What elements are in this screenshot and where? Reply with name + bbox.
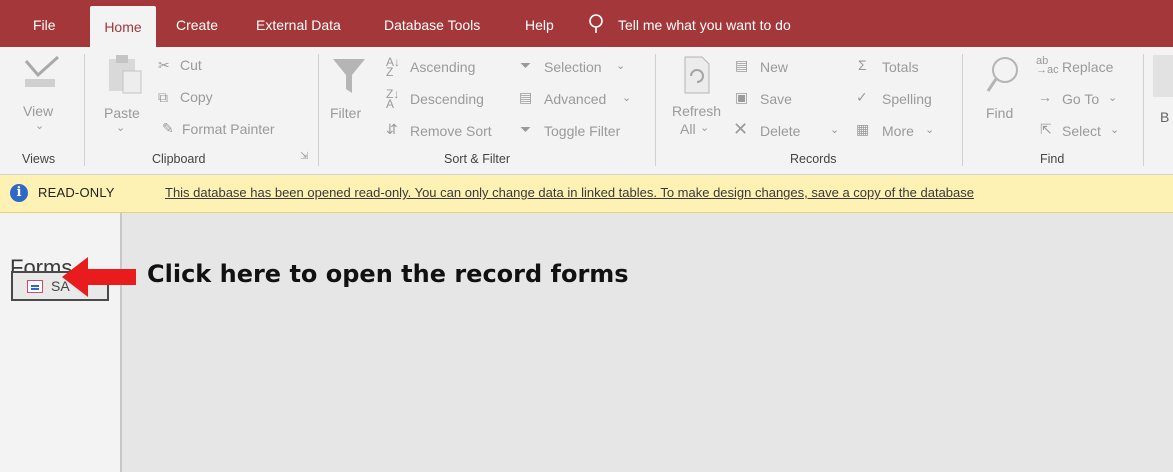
save-record-button[interactable]: Save bbox=[760, 91, 792, 107]
message-bar: i READ-ONLY This database has been opene… bbox=[0, 175, 1173, 213]
select-button[interactable]: Select bbox=[1062, 123, 1101, 139]
tell-me-search[interactable]: Tell me what you want to do bbox=[618, 0, 791, 47]
read-only-label: READ-ONLY bbox=[38, 185, 115, 200]
paste-button[interactable]: Paste bbox=[104, 105, 140, 121]
spelling-button[interactable]: Spelling bbox=[882, 91, 932, 107]
brush-icon: ✎ bbox=[162, 120, 174, 136]
group-clipboard: Clipboard bbox=[152, 152, 206, 166]
format-painter-button[interactable]: Format Painter bbox=[182, 121, 275, 137]
ribbon: View ⌄ Views Paste ⌄ ✂ Cut ⧉ Copy ✎ Form… bbox=[0, 47, 1173, 175]
ascending-button[interactable]: Ascending bbox=[410, 59, 475, 75]
menu-file[interactable]: File bbox=[33, 0, 56, 47]
view-button[interactable]: View bbox=[23, 103, 53, 119]
replace-button[interactable]: Replace bbox=[1062, 59, 1113, 75]
cursor-icon: ⇱ bbox=[1040, 121, 1052, 137]
new-record-button[interactable]: New bbox=[760, 59, 788, 75]
copy-button[interactable]: Copy bbox=[180, 89, 213, 105]
delete-record-button[interactable]: Delete bbox=[760, 123, 800, 139]
advanced-button[interactable]: Advanced bbox=[544, 91, 606, 107]
divider bbox=[655, 54, 656, 166]
navigation-pane: Forms bbox=[0, 213, 122, 472]
advanced-filter-icon: ▤ bbox=[519, 89, 533, 105]
tab-home[interactable]: Home bbox=[90, 6, 156, 47]
copy-icon: ⧉ bbox=[158, 89, 168, 105]
info-icon: i bbox=[10, 184, 28, 202]
find-button[interactable]: Find bbox=[986, 105, 1013, 121]
chevron-down-icon: ⌄ bbox=[1110, 124, 1120, 136]
chevron-down-icon: ⌄ bbox=[830, 124, 840, 136]
more-button[interactable]: More bbox=[882, 123, 914, 139]
cut-off-label: B bbox=[1160, 109, 1170, 125]
replace-icon: ab →ac bbox=[1036, 55, 1059, 76]
cut-button[interactable]: Cut bbox=[180, 57, 202, 73]
divider bbox=[84, 54, 85, 166]
menu-bar: File Home Create External Data Database … bbox=[0, 0, 1173, 47]
sigma-icon: Σ bbox=[858, 57, 867, 73]
new-record-icon: ▤ bbox=[735, 57, 749, 73]
scissors-icon: ✂ bbox=[158, 57, 170, 73]
annotation-text: Click here to open the record forms bbox=[147, 260, 629, 288]
tab-database-tools[interactable]: Database Tools bbox=[384, 0, 480, 47]
tab-external-data[interactable]: External Data bbox=[256, 0, 341, 47]
group-find: Find bbox=[1040, 152, 1065, 166]
remove-sort-icon: ⇵ bbox=[386, 121, 398, 137]
group-sort-filter: Sort & Filter bbox=[444, 152, 510, 166]
toggle-filter-button[interactable]: Toggle Filter bbox=[544, 123, 620, 139]
chevron-down-icon: ⌄ bbox=[1108, 92, 1118, 104]
dialog-launcher-icon[interactable]: ⇲ bbox=[300, 151, 308, 162]
filter-icon bbox=[333, 59, 365, 93]
selection-filter-icon: ⏷ bbox=[520, 57, 532, 73]
save-icon: ▣ bbox=[735, 89, 749, 105]
refresh-button[interactable]: Refresh bbox=[672, 103, 721, 119]
magnifier-icon bbox=[986, 57, 1018, 92]
group-views: Views bbox=[22, 152, 56, 166]
next-group-button[interactable] bbox=[1153, 55, 1173, 97]
chevron-down-icon: ⌄ bbox=[35, 120, 45, 132]
arrow-right-icon: → bbox=[1038, 89, 1052, 105]
goto-button[interactable]: Go To bbox=[1062, 91, 1099, 107]
remove-sort-button[interactable]: Remove Sort bbox=[410, 123, 492, 139]
refresh-icon bbox=[684, 56, 710, 94]
delete-icon: ✕ bbox=[733, 119, 749, 139]
chevron-down-icon: ⌄ bbox=[622, 92, 632, 104]
read-only-message[interactable]: This database has been opened read-only.… bbox=[165, 185, 974, 200]
refresh-all-button[interactable]: All bbox=[680, 121, 696, 137]
selection-button[interactable]: Selection bbox=[544, 59, 602, 75]
chevron-down-icon: ⌄ bbox=[116, 122, 126, 134]
group-records: Records bbox=[790, 152, 837, 166]
more-icon: ▦ bbox=[856, 121, 870, 137]
red-arrow-icon bbox=[62, 257, 136, 297]
filter-button[interactable]: Filter bbox=[330, 105, 361, 121]
paste-icon bbox=[109, 55, 142, 94]
tab-create[interactable]: Create bbox=[176, 0, 218, 47]
form-icon bbox=[27, 280, 43, 293]
tab-help[interactable]: Help bbox=[525, 0, 554, 47]
sort-descending-icon: Z↓ A bbox=[386, 87, 400, 111]
view-icon bbox=[24, 55, 60, 87]
toggle-filter-icon: ⏷ bbox=[520, 121, 532, 137]
chevron-down-icon: ⌄ bbox=[616, 60, 626, 72]
divider bbox=[1143, 54, 1144, 166]
descending-button[interactable]: Descending bbox=[410, 91, 484, 107]
chevron-down-icon: ⌄ bbox=[700, 122, 710, 134]
totals-button[interactable]: Totals bbox=[882, 59, 919, 75]
sort-ascending-icon: A↓ Z bbox=[386, 55, 401, 79]
divider bbox=[962, 54, 963, 166]
chevron-down-icon: ⌄ bbox=[925, 124, 935, 136]
spelling-icon: ✓ bbox=[856, 89, 868, 105]
divider bbox=[318, 54, 319, 166]
lightbulb-icon bbox=[589, 14, 603, 33]
